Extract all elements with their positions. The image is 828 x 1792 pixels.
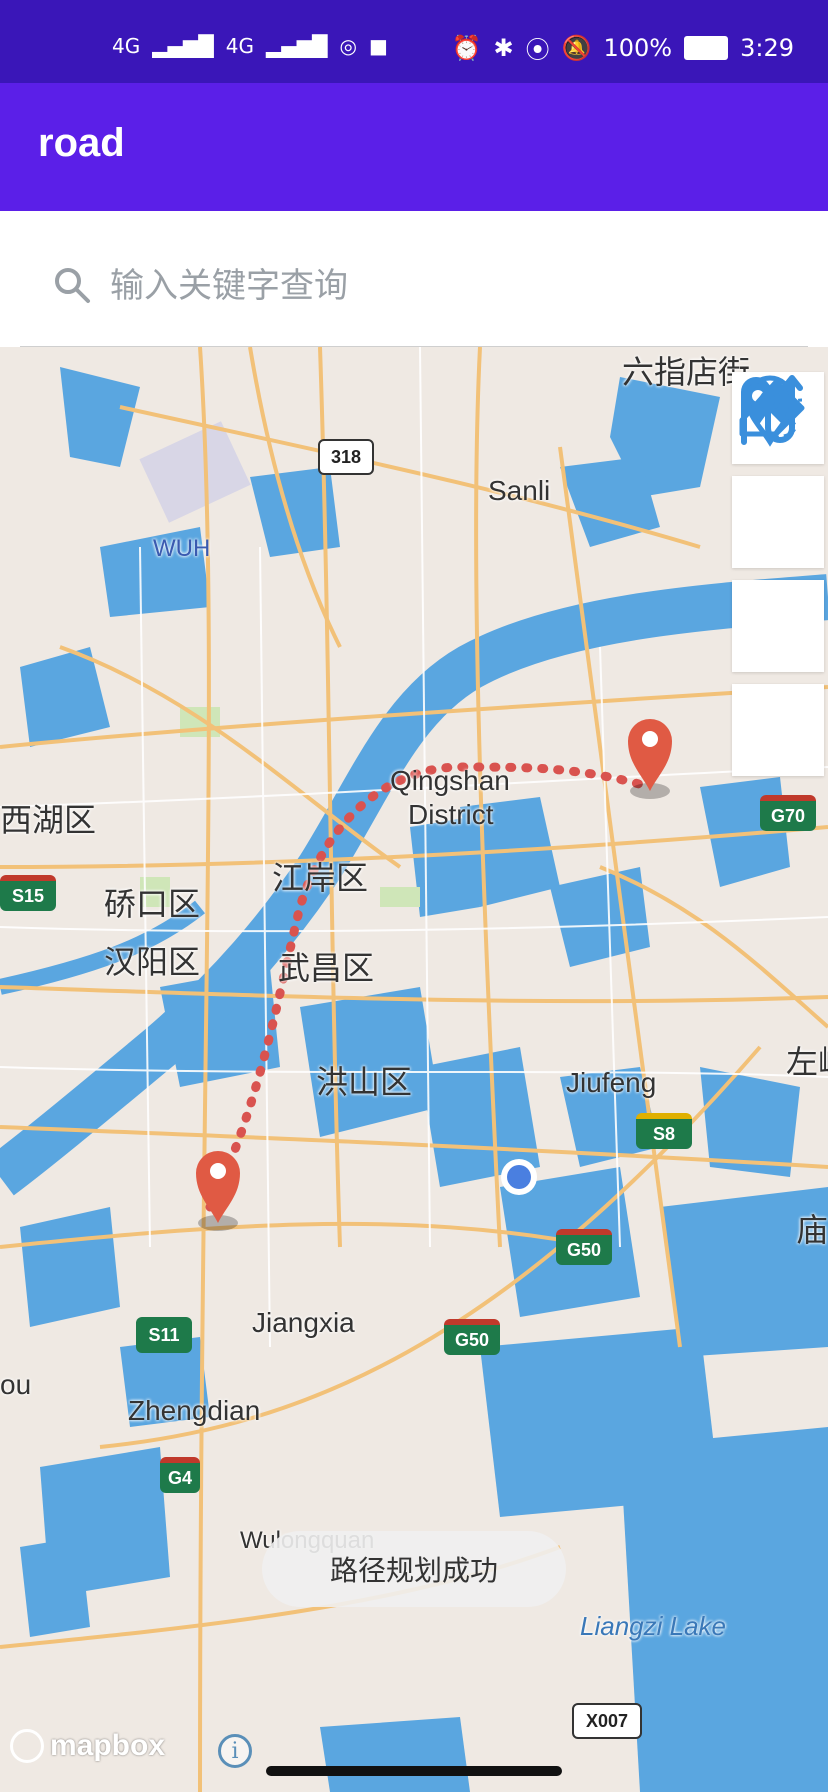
road-shield: S11 <box>136 1317 192 1353</box>
road-shield: X007 <box>572 1703 642 1739</box>
road-shield: S15 <box>0 875 56 911</box>
place-label: 汉阳区 <box>104 944 201 980</box>
hotspot-icon: ◎ <box>339 34 357 58</box>
place-label: ou <box>0 1369 32 1400</box>
path-tool-button[interactable] <box>732 375 824 776</box>
place-label: 洪山区 <box>316 1064 413 1100</box>
attribution-info-button[interactable]: i <box>218 1734 252 1768</box>
mapbox-wordmark: mapbox <box>50 1729 166 1762</box>
place-label: 庙 <box>796 1212 828 1248</box>
alarm-icon: ⏰ <box>451 33 482 62</box>
map-tools <box>732 372 824 788</box>
signal-bars-icon: ▂▄▆█ <box>152 34 214 58</box>
road-shield: S8 <box>636 1113 692 1149</box>
battery-percent: 100% <box>603 33 673 62</box>
place-label: 武昌区 <box>278 950 375 986</box>
app-bar: road <box>0 83 828 211</box>
battery-icon <box>684 35 729 60</box>
road-shield: G70 <box>760 795 816 831</box>
signal-4g-2: 4G <box>225 34 254 58</box>
search-input[interactable] <box>108 263 772 309</box>
home-indicator[interactable] <box>266 1766 562 1776</box>
search-bar <box>0 211 828 347</box>
signal-4g-1: 4G <box>112 34 141 58</box>
mapbox-logo-icon <box>10 1729 44 1763</box>
status-bar: 4G ▂▄▆█ 4G ▂▄▆█ ◎ ■ ⏰ ✱ ⦿ 🔕 100% 3:29 <box>0 0 828 83</box>
place-label: 江岸区 <box>272 860 369 896</box>
bluetooth-icon: ✱ <box>493 33 514 62</box>
marker-tool-button[interactable] <box>732 375 824 672</box>
mute-icon: 🔕 <box>561 33 592 62</box>
place-label: 西湖区 <box>0 802 97 838</box>
app-title: road <box>38 121 125 165</box>
road-shield: G4 <box>160 1457 200 1493</box>
toast-message: 路径规划成功 <box>262 1531 566 1607</box>
place-label: District <box>408 799 494 830</box>
end-marker <box>628 719 672 799</box>
airport-label: WUH <box>153 535 211 562</box>
place-label: 硚口区 <box>104 886 201 922</box>
start-marker <box>196 1151 240 1231</box>
lake-label: Liangzi Lake <box>580 1611 726 1641</box>
road-shield: G50 <box>556 1229 612 1265</box>
camera-icon: ■ <box>368 34 388 58</box>
place-label: Jiangxia <box>252 1307 355 1338</box>
road-shield: G50 <box>444 1319 500 1355</box>
status-right: ⏰ ✱ ⦿ 🔕 100% 3:29 <box>452 30 794 65</box>
location-icon: ⦿ <box>525 36 550 64</box>
clock: 3:29 <box>740 33 794 62</box>
status-left: 4G ▂▄▆█ 4G ▂▄▆█ ◎ ■ <box>112 34 388 58</box>
place-label: Sanli <box>488 475 551 506</box>
signal-bars-icon: ▂▄▆█ <box>266 34 328 58</box>
road-shield: 318 <box>318 439 374 475</box>
mapbox-logo[interactable]: mapbox <box>10 1729 165 1763</box>
place-label: 六指店街 <box>622 354 751 390</box>
place-label: Jiufeng <box>566 1067 657 1098</box>
place-label: Zhengdian <box>128 1395 261 1426</box>
search-icon <box>55 268 90 303</box>
place-label: Qingshan <box>390 765 510 796</box>
place-label: 左岭 <box>786 1044 828 1080</box>
current-location-dot <box>507 1165 531 1189</box>
path-icon <box>741 375 803 445</box>
eraser-tool-button[interactable] <box>732 379 824 568</box>
